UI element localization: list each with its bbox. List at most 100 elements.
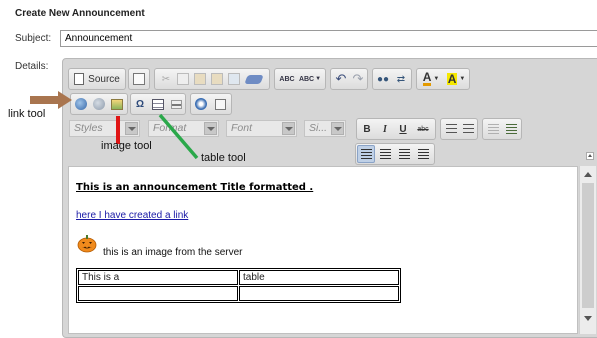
chevron-down-icon: ▼: [315, 76, 322, 82]
numbered-list-icon: [445, 124, 457, 134]
scroll-thumb[interactable]: [582, 183, 594, 308]
align-center-icon: [379, 149, 391, 159]
chevron-down-icon: [282, 122, 295, 135]
link-button[interactable]: [73, 95, 89, 113]
indent-button[interactable]: [503, 120, 519, 138]
paste-icon: [194, 73, 206, 85]
link-tool-label: link tool: [8, 108, 46, 120]
scroll-up-icon[interactable]: [584, 172, 592, 177]
strike-button[interactable]: abc: [414, 120, 432, 138]
bg-color-button[interactable]: A ▼: [444, 70, 468, 88]
preview-button[interactable]: [131, 70, 147, 88]
italic-button[interactable]: I: [377, 120, 393, 138]
toolbar-row-3: Styles Format Font Si... B I U abc: [68, 118, 594, 140]
source-button[interactable]: Source: [71, 70, 123, 88]
binoculars-icon: ●●: [376, 73, 390, 85]
align-center-button[interactable]: [376, 145, 394, 163]
undo-button[interactable]: ↶: [333, 70, 349, 88]
chevron-up-icon: [588, 154, 592, 157]
announcement-title: This is an announcement Title formatted …: [76, 182, 314, 193]
outdent-button[interactable]: [485, 120, 501, 138]
table-cell[interactable]: [78, 286, 238, 301]
maximize-icon: [195, 98, 207, 110]
table-cell[interactable]: This is a: [78, 270, 238, 285]
eraser-icon: [244, 74, 264, 84]
styles-dropdown[interactable]: Styles: [69, 120, 140, 137]
redo-button[interactable]: ↷: [350, 70, 366, 88]
chevron-down-icon: ▼: [459, 76, 466, 82]
show-blocks-icon: [214, 98, 226, 110]
bulleted-list-icon: [462, 124, 474, 134]
image-caption: this is an image from the server: [103, 247, 243, 258]
page-title: Create New Announcement: [15, 8, 145, 19]
maximize-button[interactable]: [193, 95, 209, 113]
undo-icon: ↶: [335, 71, 347, 86]
source-icon: [74, 73, 85, 85]
image-icon: [111, 98, 123, 110]
size-dropdown[interactable]: Si...: [304, 120, 346, 137]
subject-input[interactable]: [60, 30, 597, 47]
scroll-down-icon[interactable]: [584, 316, 592, 321]
spellcheck-button[interactable]: ABC: [278, 70, 296, 88]
table-cell[interactable]: [239, 286, 399, 301]
replace-button[interactable]: ⇄: [393, 70, 409, 88]
strike-icon: abc: [417, 125, 429, 133]
font-dropdown[interactable]: Font: [226, 120, 297, 137]
table-button[interactable]: [150, 95, 166, 113]
align-right-button[interactable]: [395, 145, 413, 163]
subject-label: Subject:: [15, 33, 52, 44]
cut-button[interactable]: ✂: [158, 70, 174, 88]
table-icon: [152, 98, 164, 110]
styles-placeholder: Styles: [74, 122, 103, 134]
align-left-icon: [360, 149, 372, 159]
collapse-toolbar-button[interactable]: [586, 152, 594, 160]
copy-icon: [177, 73, 189, 85]
copy-button[interactable]: [175, 70, 191, 88]
chevron-down-icon: ▼: [433, 76, 440, 82]
text-color-icon: A: [422, 70, 432, 86]
table-row: [78, 286, 399, 301]
paste-text-button[interactable]: [209, 70, 225, 88]
align-right-icon: [398, 149, 410, 159]
special-char-button[interactable]: Ω: [132, 95, 148, 113]
redo-icon: ↷: [352, 71, 364, 86]
image-button[interactable]: [109, 95, 125, 113]
toolbar-row-2: Ω: [68, 93, 268, 115]
unlink-button[interactable]: [91, 95, 107, 113]
preview-icon: [133, 73, 145, 85]
link-tool-arrow: [30, 91, 72, 109]
scayt-button[interactable]: ABC ▼: [298, 70, 322, 88]
find-button[interactable]: ●●: [375, 70, 391, 88]
paste-word-icon: [228, 73, 240, 85]
paste-button[interactable]: [192, 70, 208, 88]
content-table[interactable]: This is a table: [76, 268, 401, 303]
show-blocks-button[interactable]: [212, 95, 228, 113]
toolbar-row-4: [355, 143, 437, 165]
table-cell[interactable]: table: [239, 270, 399, 285]
table-tool-label: table tool: [201, 152, 246, 164]
bulleted-list-button[interactable]: [460, 120, 476, 138]
paste-word-button[interactable]: [226, 70, 242, 88]
table-row: This is a table: [78, 270, 399, 285]
scayt-icon: ABC: [298, 75, 315, 83]
horizontal-rule-button[interactable]: [168, 95, 184, 113]
indent-icon: [505, 124, 517, 134]
paste-text-icon: [211, 73, 223, 85]
pumpkin-image[interactable]: [77, 233, 97, 253]
remove-format-button[interactable]: [244, 70, 264, 88]
chevron-down-icon: [125, 122, 138, 135]
bold-button[interactable]: B: [359, 120, 375, 138]
content-link[interactable]: here I have created a link: [76, 210, 188, 221]
table-tool-line: [158, 113, 199, 160]
scissors-icon: ✂: [161, 73, 171, 85]
text-color-button[interactable]: A ▼: [419, 70, 443, 88]
toolbar-row-1: Source ✂ ABC ABC ▼ ↶ ↷ ●● ⇄ A ▼ A ▼: [68, 68, 594, 90]
underline-button[interactable]: U: [395, 120, 411, 138]
editor-scrollbar[interactable]: [579, 166, 596, 334]
align-justify-button[interactable]: [414, 145, 432, 163]
numbered-list-button[interactable]: [443, 120, 459, 138]
bold-icon: B: [363, 123, 371, 135]
align-left-button[interactable]: [357, 145, 375, 163]
chevron-down-icon: [331, 122, 344, 135]
omega-icon: Ω: [135, 98, 145, 110]
